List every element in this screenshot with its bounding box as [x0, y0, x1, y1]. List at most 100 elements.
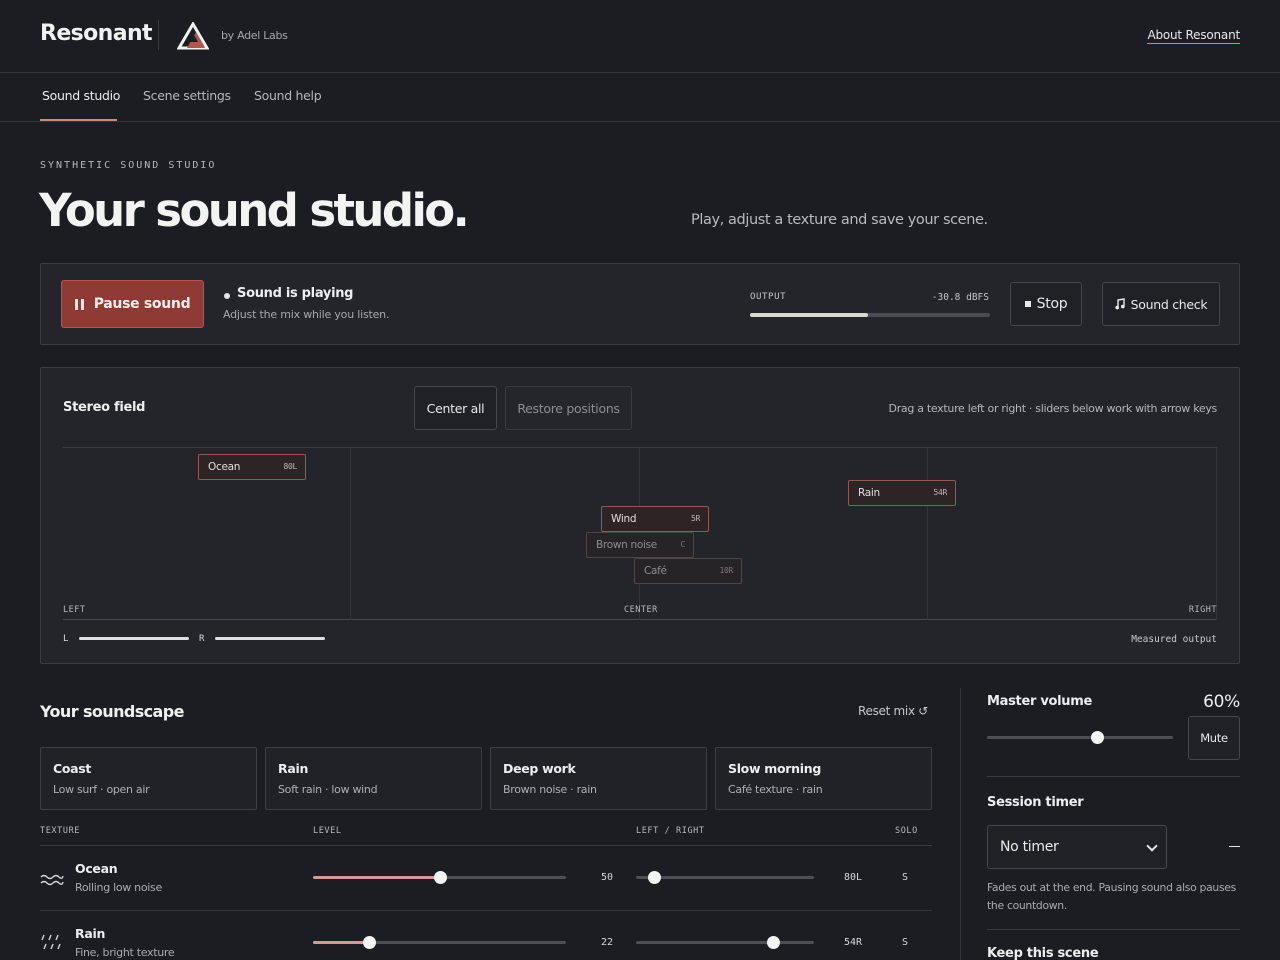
column-left-right: LEFT / RIGHT	[636, 826, 705, 836]
stop-label: Stop	[1036, 296, 1068, 312]
texture-desc: Fine, bright texture	[75, 946, 175, 959]
playing-status-dot	[224, 293, 230, 299]
field-gridline	[1216, 448, 1217, 620]
preset-name: Rain	[278, 761, 309, 776]
section-divider	[987, 929, 1240, 930]
chip-name: Wind	[611, 513, 637, 525]
chip-pan: C	[680, 540, 685, 549]
preset-desc: Café texture · rain	[728, 783, 823, 796]
triangle-logo-icon	[177, 22, 209, 50]
about-link[interactable]: About Resonant	[1147, 28, 1240, 44]
page-title: Your sound studio.	[39, 184, 470, 237]
section-divider	[987, 776, 1240, 777]
level-slider[interactable]	[313, 871, 566, 884]
output-value: -30.8 dBFS	[931, 292, 989, 303]
master-volume-handle[interactable]	[1090, 731, 1104, 744]
session-timer-select[interactable]: No timer	[987, 825, 1167, 869]
column-texture: TEXTURE	[40, 826, 81, 836]
chevron-down-icon	[1146, 840, 1158, 852]
level-slider[interactable]	[313, 936, 566, 949]
stereo-field-area[interactable]: Ocean 80L Rain 54R Wind 5R Brown noise C…	[63, 447, 1217, 620]
stereo-chip-brown-noise[interactable]: Brown noise C	[586, 532, 694, 558]
output-label: OUTPUT	[750, 292, 787, 302]
master-volume-slider[interactable]	[987, 731, 1173, 744]
stereo-field-panel: Stereo field Center all Restore position…	[40, 367, 1240, 664]
master-volume-value: 60%	[1203, 692, 1240, 712]
chip-pan: 54R	[933, 488, 947, 497]
level-slider-fill	[313, 876, 440, 879]
top-bar: Resonant by Adel Labs About Resonant	[0, 0, 1280, 73]
status-subtitle: Adjust the mix while you listen.	[223, 308, 390, 321]
column-divider	[960, 688, 961, 960]
pan-slider-handle[interactable]	[647, 871, 661, 884]
preset-rain[interactable]: Rain Soft rain · low wind	[265, 747, 482, 810]
texture-desc: Rolling low noise	[75, 881, 162, 894]
column-level: LEVEL	[313, 826, 342, 836]
tab-bar: Sound studio Scene settings Sound help	[0, 73, 1280, 122]
rain-icon	[41, 934, 61, 950]
field-gridline	[350, 448, 351, 620]
music-note-icon	[1115, 298, 1125, 310]
keep-scene-label: Keep this scene	[987, 946, 1099, 960]
preset-slow-morning[interactable]: Slow morning Café texture · rain	[715, 747, 932, 810]
meter-right-label: R	[199, 634, 205, 644]
preset-name: Coast	[53, 761, 92, 776]
stereo-chip-ocean[interactable]: Ocean 80L	[198, 454, 306, 480]
pan-slider[interactable]	[636, 871, 814, 884]
pause-sound-button[interactable]: Pause sound	[61, 280, 204, 328]
preset-deep-work[interactable]: Deep work Brown noise · rain	[490, 747, 707, 810]
sound-check-button[interactable]: Sound check	[1102, 282, 1220, 326]
preset-name: Slow morning	[728, 761, 821, 776]
stop-icon	[1024, 301, 1031, 307]
output-meter-fill	[750, 313, 868, 317]
stereo-chip-rain[interactable]: Rain 54R	[848, 480, 956, 506]
chip-pan: 80L	[283, 462, 297, 471]
preset-desc: Low surf · open air	[53, 783, 150, 796]
chip-name: Brown noise	[596, 539, 657, 551]
session-timer-label: Session timer	[987, 795, 1084, 810]
field-center-label: CENTER	[624, 605, 658, 615]
preset-coast[interactable]: Coast Low surf · open air	[40, 747, 257, 810]
level-slider-handle[interactable]	[362, 936, 376, 949]
active-tab-indicator	[40, 119, 117, 121]
tab-scene-settings[interactable]: Scene settings	[143, 88, 231, 103]
level-value: 22	[601, 937, 614, 948]
restore-positions-button[interactable]: Restore positions	[505, 386, 632, 430]
soundscape-title: Your soundscape	[40, 702, 184, 721]
chip-pan: 5R	[690, 514, 700, 523]
stereo-chip-cafe[interactable]: Café 10R	[634, 558, 742, 584]
solo-button[interactable]: S	[902, 872, 908, 883]
output-meter	[750, 313, 990, 317]
master-volume-label: Master volume	[987, 694, 1092, 709]
level-slider-handle[interactable]	[433, 871, 447, 884]
sound-check-label: Sound check	[1130, 296, 1208, 312]
mute-button[interactable]: Mute	[1188, 716, 1240, 760]
player-panel: Pause sound Sound is playing Adjust the …	[40, 263, 1240, 345]
left-channel-meter	[79, 637, 189, 640]
timer-note: Fades out at the end. Pausing sound also…	[987, 881, 1236, 912]
status-title: Sound is playing	[237, 286, 354, 301]
pause-icon	[74, 298, 84, 310]
tab-sound-help[interactable]: Sound help	[254, 88, 322, 103]
stop-button[interactable]: Stop	[1010, 282, 1082, 326]
brand-divider	[158, 20, 159, 50]
field-right-label: RIGHT	[1188, 605, 1217, 615]
pause-sound-label: Pause sound	[93, 296, 191, 312]
pan-slider-handle[interactable]	[767, 936, 781, 949]
session-timer-value: No timer	[1000, 839, 1059, 855]
brand-name: Resonant	[40, 21, 153, 46]
tab-sound-studio[interactable]: Sound studio	[42, 88, 120, 103]
waves-icon	[40, 874, 64, 886]
preset-desc: Soft rain · low wind	[278, 783, 378, 796]
level-value: 50	[601, 872, 614, 883]
texture-name: Rain	[75, 926, 106, 941]
eyebrow: SYNTHETIC SOUND STUDIO	[40, 160, 217, 171]
solo-button[interactable]: S	[902, 937, 908, 948]
stereo-hint: Drag a texture left or right · sliders b…	[888, 402, 1218, 415]
pan-slider[interactable]	[636, 936, 814, 949]
timer-remaining-dash	[1229, 846, 1240, 847]
stereo-chip-wind[interactable]: Wind 5R	[601, 506, 709, 532]
stereo-field-title: Stereo field	[63, 400, 146, 415]
center-all-button[interactable]: Center all	[414, 386, 497, 430]
reset-mix-button[interactable]: Reset mix ↺	[858, 704, 928, 718]
